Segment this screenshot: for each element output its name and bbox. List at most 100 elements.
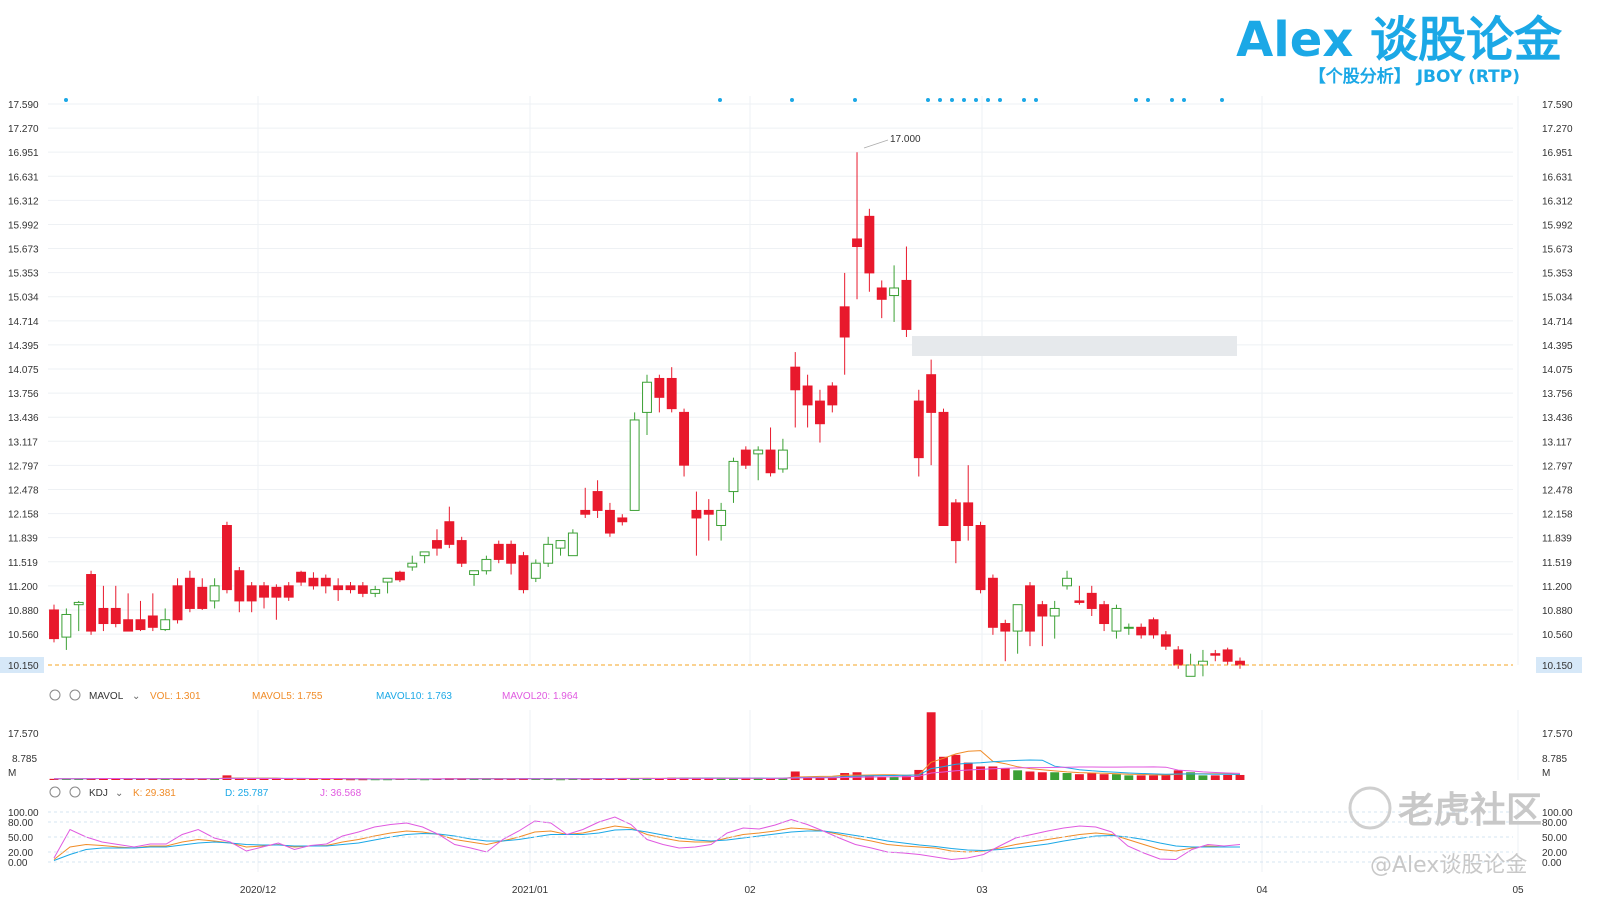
kdj-tick-right: 80.00 [1542, 818, 1567, 829]
signal-dot [998, 98, 1002, 102]
candle-down [1074, 600, 1085, 603]
vol-unit-left: M [8, 768, 16, 779]
candle-down [320, 577, 331, 587]
candle-down [271, 586, 282, 598]
candle-down [222, 525, 232, 591]
volume-bar [1050, 772, 1060, 780]
kdj-close-icon[interactable] [69, 786, 81, 798]
time-tick: 02 [744, 885, 756, 896]
candle-down [703, 509, 714, 515]
candle-down [963, 502, 974, 527]
price-tick-right: 17.590 [1542, 100, 1573, 111]
signal-dot [1134, 98, 1138, 102]
price-tick-left: 11.200 [8, 582, 38, 593]
time-tick: 03 [976, 885, 988, 896]
price-tick-left: 10.560 [8, 630, 39, 641]
candle-down [987, 577, 998, 628]
candle-up [1062, 577, 1072, 587]
close-icon[interactable] [69, 689, 81, 701]
candle-up [543, 543, 554, 564]
candle-up [1123, 626, 1134, 629]
price-tick-left: 10.880 [8, 606, 39, 617]
volume-bar [1074, 774, 1084, 780]
time-tick: 04 [1256, 885, 1268, 896]
kdj-settings-icon[interactable] [49, 786, 61, 798]
candle-down [913, 400, 924, 459]
signal-dot [1170, 98, 1174, 102]
price-tick-left: 15.673 [8, 245, 39, 256]
candle-down [444, 521, 455, 545]
candle-down [296, 571, 307, 583]
candle-down [86, 574, 97, 632]
volume-bar [271, 778, 281, 780]
price-tick-right: 14.714 [1542, 317, 1573, 328]
price-tick-left: 17.270 [8, 124, 39, 135]
candle-down [1086, 592, 1097, 609]
price-tick-right: 10.880 [1542, 606, 1573, 617]
candle-up [209, 585, 220, 602]
kdj-tick-left: 50.00 [8, 833, 33, 844]
chevron-down-icon[interactable]: ⌄ [132, 691, 140, 702]
volume-bar [951, 754, 961, 780]
candle-down [839, 306, 850, 338]
candle-down [184, 577, 195, 609]
signal-dot [1022, 98, 1026, 102]
price-tick-right: 15.353 [1542, 269, 1573, 280]
candle-down [864, 215, 875, 274]
price-tick-right: 11.519 [1542, 558, 1572, 569]
candle-up [629, 419, 640, 511]
signal-dot [986, 98, 990, 102]
settings-icon[interactable] [49, 689, 61, 701]
candle-down [691, 509, 702, 519]
candle-up [419, 551, 430, 557]
volume-bar [259, 778, 269, 780]
candle-down [1160, 634, 1171, 647]
candle-down [938, 411, 949, 527]
signal-dot [853, 98, 857, 102]
candle-up [481, 558, 492, 572]
price-tick-left: 13.117 [8, 437, 38, 448]
candle-down [1222, 649, 1233, 662]
price-tick-left: 13.756 [8, 389, 39, 400]
candle-up [555, 540, 566, 549]
watermark-logo-text: 老虎社区 [1398, 790, 1542, 831]
price-tick-left: 12.797 [8, 461, 39, 472]
volume-bar [1112, 774, 1121, 780]
price-tick-right: 10.560 [1542, 630, 1573, 641]
candle-down [926, 374, 937, 413]
time-tick: 2021/01 [512, 885, 549, 896]
price-tick-left: 17.590 [8, 100, 39, 111]
watermark: 老虎社区 @Alex谈股论金 [1348, 786, 1542, 878]
candle-down [333, 585, 344, 591]
mavol-name: MAVOL [89, 691, 124, 702]
mavol10-value: MAVOL10: 1.763 [376, 691, 452, 702]
volume-bar [247, 778, 257, 780]
candle-up [1111, 607, 1122, 632]
volume-bar [1198, 775, 1208, 780]
max-price-label: 17.000 [890, 134, 921, 145]
signal-dot [974, 98, 978, 102]
price-tick-left: 15.353 [8, 269, 39, 280]
signal-dot [1220, 98, 1224, 102]
vol-tick-left-1: 8.785 [12, 754, 37, 765]
j-value: J: 36.568 [320, 788, 362, 799]
candle-up [728, 460, 739, 493]
vol-tick-right-0: 17.570 [1542, 729, 1573, 740]
candle-up [567, 532, 578, 557]
kdj-chevron-down-icon[interactable]: ⌄ [115, 788, 123, 799]
candle-down [1136, 626, 1147, 636]
signal-dot [790, 98, 794, 102]
price-tick-right: 12.158 [1542, 510, 1573, 521]
kdj-lines [53, 816, 1241, 861]
price-tick-right: 15.673 [1542, 245, 1573, 256]
candle-down [815, 400, 825, 425]
candle-down [1210, 653, 1221, 656]
candle-down [394, 571, 405, 581]
k-value: K: 29.381 [133, 788, 176, 799]
candle-up [160, 619, 171, 631]
candle-down [147, 615, 158, 628]
signal-dot [1146, 98, 1150, 102]
candle-up [1185, 664, 1196, 677]
price-tick-right: 16.951 [1542, 148, 1573, 159]
signal-dot [718, 98, 722, 102]
